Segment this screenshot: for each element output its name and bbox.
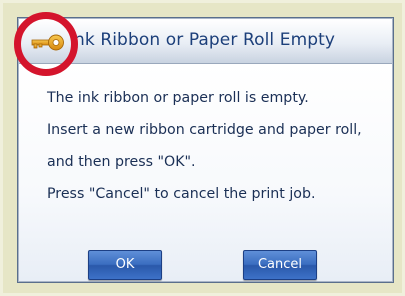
dialog-body: The ink ribbon or paper roll is empty. I…: [19, 64, 392, 281]
illustration-frame: nk Ribbon or Paper Roll Empty The ink ri…: [0, 0, 405, 296]
dialog-title: nk Ribbon or Paper Roll Empty: [74, 30, 336, 50]
message-line-3: and then press "OK".: [47, 154, 196, 170]
cancel-button[interactable]: Cancel: [243, 250, 317, 280]
message-line-1: The ink ribbon or paper roll is empty.: [47, 90, 309, 106]
key-icon: [31, 34, 64, 51]
message-line-2: Insert a new ribbon cartridge and paper …: [47, 122, 362, 138]
ok-button[interactable]: OK: [88, 250, 162, 280]
message-line-4: Press "Cancel" to cancel the print job.: [47, 186, 316, 202]
